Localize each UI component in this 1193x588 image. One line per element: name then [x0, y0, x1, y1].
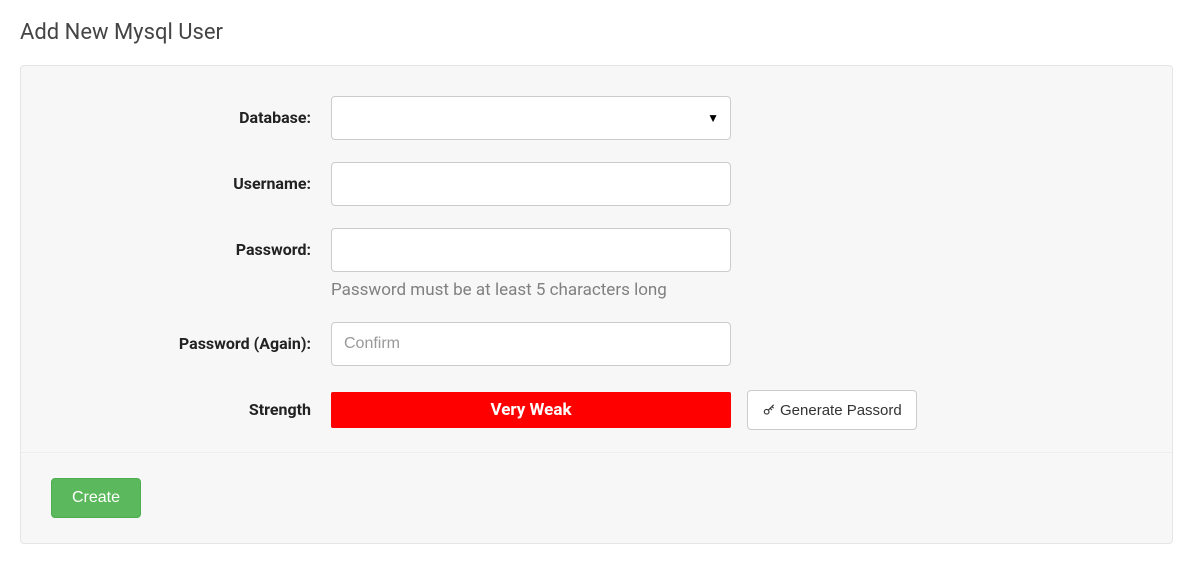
database-row: Database: ▼ — [51, 96, 1142, 140]
create-button[interactable]: Create — [51, 478, 141, 518]
panel-body: Database: ▼ Username: Password: Password… — [21, 66, 1172, 452]
generate-password-button[interactable]: Generate Passord — [747, 390, 917, 430]
password-help-text: Password must be at least 5 characters l… — [331, 280, 731, 300]
key-icon — [762, 403, 776, 417]
form-panel: Database: ▼ Username: Password: Password… — [20, 65, 1173, 544]
strength-label: Strength — [51, 388, 331, 432]
strength-row: Strength Very Weak Generate Passord — [51, 388, 1142, 432]
password-again-input[interactable] — [331, 322, 731, 366]
password-again-row: Password (Again): — [51, 322, 1142, 366]
generate-password-label: Generate Passord — [780, 402, 902, 419]
page-title: Add New Mysql User — [20, 20, 1173, 45]
password-again-label: Password (Again): — [51, 322, 331, 366]
panel-footer: Create — [21, 452, 1172, 543]
username-row: Username: — [51, 162, 1142, 206]
password-input[interactable] — [331, 228, 731, 272]
username-label: Username: — [51, 162, 331, 206]
password-label: Password: — [51, 228, 331, 272]
username-input[interactable] — [331, 162, 731, 206]
database-select[interactable] — [331, 96, 731, 140]
database-label: Database: — [51, 96, 331, 140]
password-row: Password: Password must be at least 5 ch… — [51, 228, 1142, 300]
strength-bar: Very Weak — [331, 392, 731, 428]
